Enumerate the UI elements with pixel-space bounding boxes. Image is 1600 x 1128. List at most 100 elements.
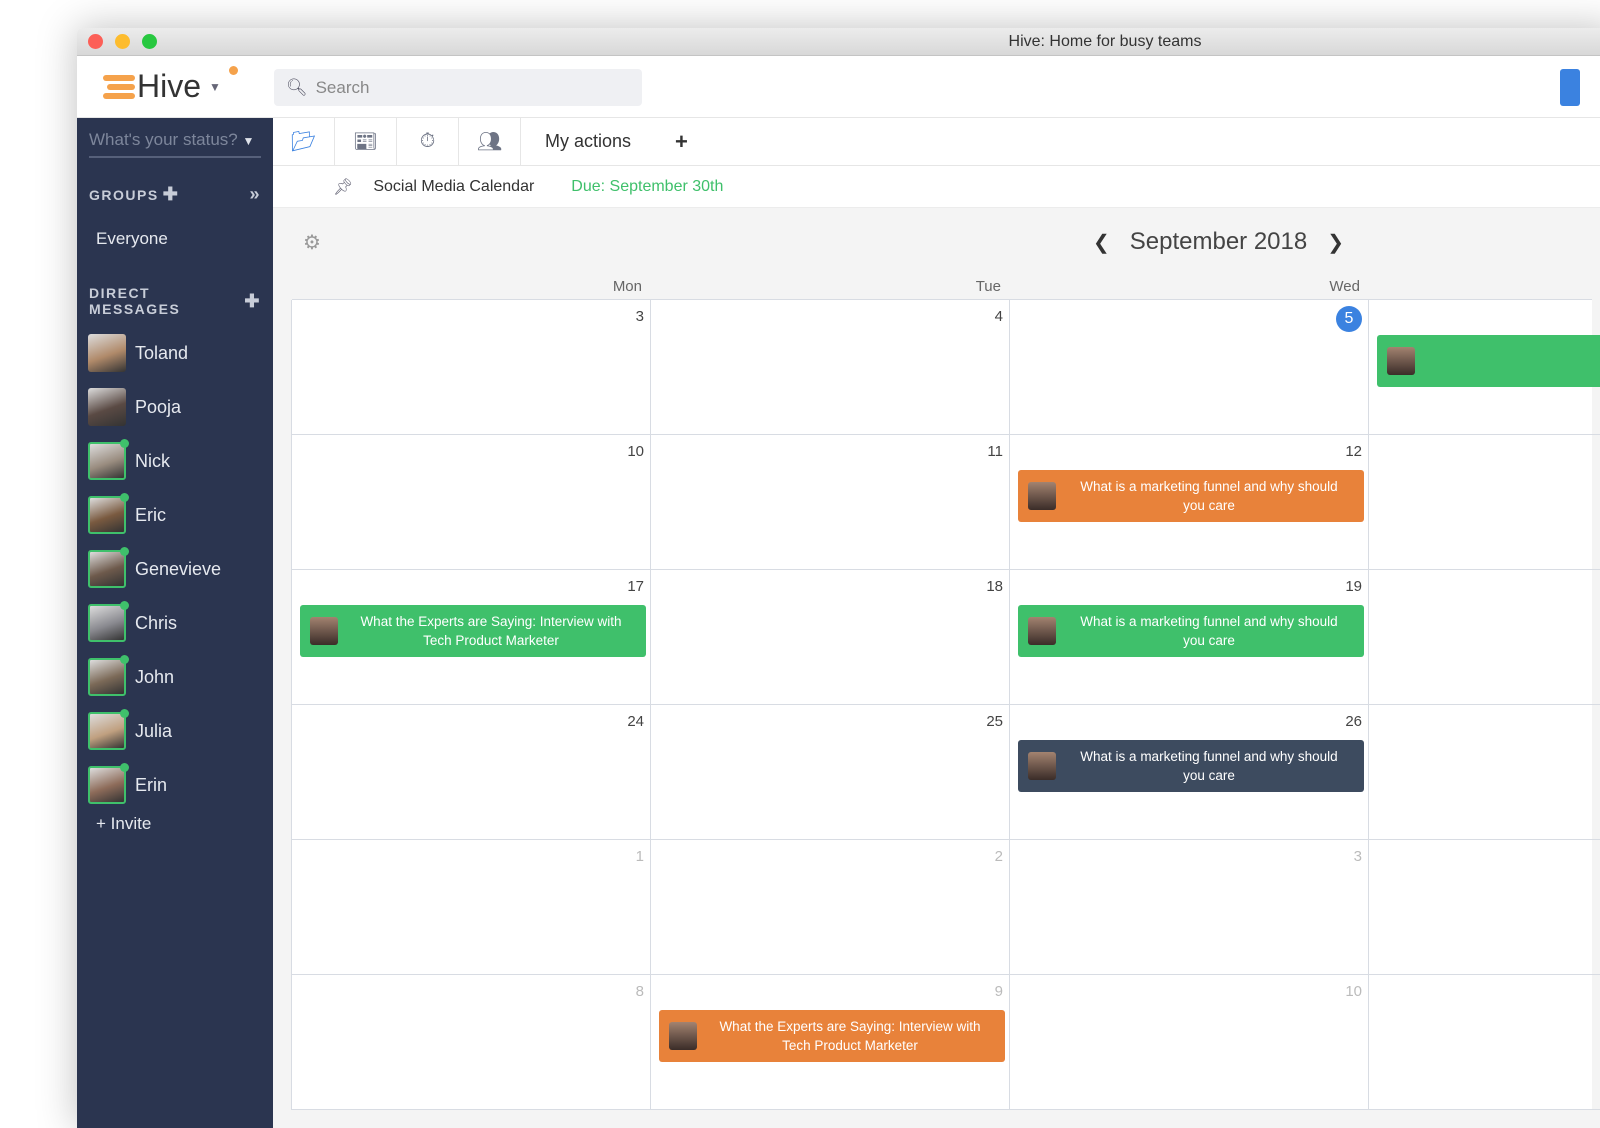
dm-item-genevieve[interactable]: Genevieve: [77, 542, 273, 596]
calendar-day-cell[interactable]: 10: [291, 435, 651, 570]
dm-item-chris[interactable]: Chris: [77, 596, 273, 650]
day-number: 3: [635, 308, 644, 325]
activity-feed-button[interactable]: 📰︎: [335, 118, 397, 165]
project-name[interactable]: Social Media Calendar: [373, 178, 534, 196]
groups-header: GROUPS ✚ »: [77, 184, 273, 205]
caret-down-icon: ▼: [242, 134, 255, 148]
dm-name: Nick: [135, 450, 170, 471]
calendar-event[interactable]: What the Experts are Saying: Interview w…: [659, 1010, 1005, 1062]
invite-link[interactable]: + Invite: [77, 814, 273, 834]
sidebar: What's your status? ▼ GROUPS ✚ » Everyon…: [77, 118, 273, 1128]
online-indicator: [120, 709, 129, 718]
teams-button[interactable]: 👥︎: [459, 118, 521, 165]
newspaper-icon: 📰︎: [352, 131, 379, 153]
hive-logo[interactable]: Hive ▼: [103, 66, 238, 105]
month-navigator: ❮ September 2018 ❯: [1073, 228, 1364, 256]
chevron-left-icon[interactable]: ❮: [1093, 230, 1110, 255]
calendar-day-cell[interactable]: [1368, 570, 1600, 705]
online-indicator: [120, 439, 129, 448]
calendar-day-cell[interactable]: [1368, 705, 1600, 840]
calendar-event[interactable]: What is a marketing funnel and why shoul…: [1018, 470, 1364, 522]
calendar-event[interactable]: What is a marketing funnel and why shoul…: [1018, 740, 1364, 792]
notification-dot: [229, 66, 238, 75]
dm-item-pooja[interactable]: Pooja: [77, 380, 273, 434]
status-placeholder: What's your status?: [89, 130, 238, 149]
dm-item-eric[interactable]: Eric: [77, 488, 273, 542]
pin-icon[interactable]: 📌︎: [333, 177, 353, 197]
dm-name: Julia: [135, 720, 173, 741]
day-number: 12: [1345, 443, 1362, 460]
calendar-day-cell[interactable]: 12 What is a marketing funnel and why sho…: [1009, 435, 1369, 570]
projects-view-button[interactable]: 📂︎: [273, 118, 335, 165]
calendar-day-cell[interactable]: 10: [1009, 975, 1369, 1110]
calendar-view: ⚙ ❮ September 2018 ❯ Mon Tue Wed 3 4 5 Foll…: [273, 208, 1600, 1128]
calendar-day-cell[interactable]: 26 What is a marketing funnel and why sho…: [1009, 705, 1369, 840]
online-indicator: [120, 763, 129, 772]
calendar-day-cell[interactable]: 24: [291, 705, 651, 840]
window-title: Hive: Home for busy teams: [1008, 33, 1202, 50]
event-title-line: you care: [1183, 498, 1235, 513]
day-number: 3: [1353, 848, 1362, 865]
calendar-day-cell[interactable]: Follow these three rulin paid c: [1368, 300, 1600, 435]
calendar-day-cell[interactable]: 18: [650, 570, 1010, 705]
event-title-line: Tech Product Marketer: [423, 633, 559, 648]
calendar-event[interactable]: What is a marketing funnel and why shoul…: [1018, 605, 1364, 657]
calendar-day-cell[interactable]: 2: [650, 840, 1010, 975]
folder-open-icon: 📂︎: [290, 131, 317, 153]
calendar-day-cell[interactable]: [1368, 840, 1600, 975]
dm-name: Chris: [135, 612, 178, 633]
expand-icon[interactable]: »: [249, 184, 261, 205]
calendar-day-cell[interactable]: 8: [291, 975, 651, 1110]
avatar: [88, 493, 129, 534]
calendar-day-cell[interactable]: 25: [650, 705, 1010, 840]
my-actions-tab[interactable]: My actions: [521, 118, 655, 165]
calendar-day-cell[interactable]: 3: [291, 300, 651, 435]
event-title-line: What the Experts are Saying: Interview w…: [719, 1019, 981, 1034]
calendar-day-cell[interactable]: 5: [1009, 300, 1369, 435]
primary-action-button[interactable]: [1560, 69, 1580, 106]
chevron-right-icon[interactable]: ❯: [1327, 230, 1344, 255]
time-tracking-button[interactable]: ⏱︎: [397, 118, 459, 165]
gear-icon[interactable]: ⚙: [303, 230, 321, 255]
search-input[interactable]: 🔍︎ Search: [274, 69, 642, 106]
direct-messages-header: DIRECT MESSAGES ✚: [77, 285, 273, 317]
calendar-day-cell[interactable]: 17 What the Experts are Saying: Interview…: [291, 570, 651, 705]
calendar-event[interactable]: What the Experts are Saying: Interview w…: [300, 605, 646, 657]
calendar-day-cell[interactable]: 11: [650, 435, 1010, 570]
assignee-avatar: [1028, 752, 1056, 780]
group-everyone[interactable]: Everyone: [77, 229, 273, 249]
add-direct-message-icon[interactable]: ✚: [244, 291, 261, 312]
avatar: [88, 547, 129, 588]
dm-item-nick[interactable]: Nick: [77, 434, 273, 488]
app-window: Hive: Home for busy teams Hive ▼ 🔍︎ Sear…: [77, 28, 1600, 1128]
dm-item-john[interactable]: John: [77, 650, 273, 704]
calendar-day-cell[interactable]: 4: [650, 300, 1010, 435]
dm-item-erin[interactable]: Erin: [77, 758, 273, 812]
team-icon: 👥︎: [476, 131, 503, 153]
event-title-line: What is a marketing funnel and why shoul…: [1080, 614, 1338, 629]
dm-name: Pooja: [135, 396, 182, 417]
day-number: 1: [635, 848, 644, 865]
dm-item-toland[interactable]: Toland: [77, 326, 273, 380]
dm-name: Genevieve: [135, 558, 222, 579]
day-number: 8: [635, 983, 644, 1000]
calendar-grid: 345Follow these three rulin paid c101112…: [291, 299, 1600, 1110]
calendar-event[interactable]: Follow these three rulin paid c: [1377, 335, 1600, 387]
add-view-button[interactable]: +: [655, 118, 688, 165]
calendar-day-cell[interactable]: [1368, 435, 1600, 570]
direct-messages-label: DIRECT MESSAGES: [89, 285, 181, 317]
status-dropdown[interactable]: What's your status? ▼: [89, 130, 261, 158]
dm-item-julia[interactable]: Julia: [77, 704, 273, 758]
online-indicator: [120, 601, 129, 610]
caret-down-icon[interactable]: ▼: [209, 80, 221, 94]
day-number: 19: [1345, 578, 1362, 595]
calendar-day-cell[interactable]: 3: [1009, 840, 1369, 975]
calendar-day-cell[interactable]: 9 What the Experts are Saying: Interview …: [650, 975, 1010, 1110]
stopwatch-icon: ⏱︎: [419, 130, 436, 152]
calendar-day-cell[interactable]: 19 What is a marketing funnel and why sho…: [1009, 570, 1369, 705]
day-number: 2: [994, 848, 1003, 865]
calendar-day-cell[interactable]: 1: [291, 840, 651, 975]
add-group-icon[interactable]: ✚: [163, 184, 180, 205]
calendar-day-cell[interactable]: [1368, 975, 1600, 1110]
event-title-line: Tech Product Marketer: [782, 1038, 918, 1053]
